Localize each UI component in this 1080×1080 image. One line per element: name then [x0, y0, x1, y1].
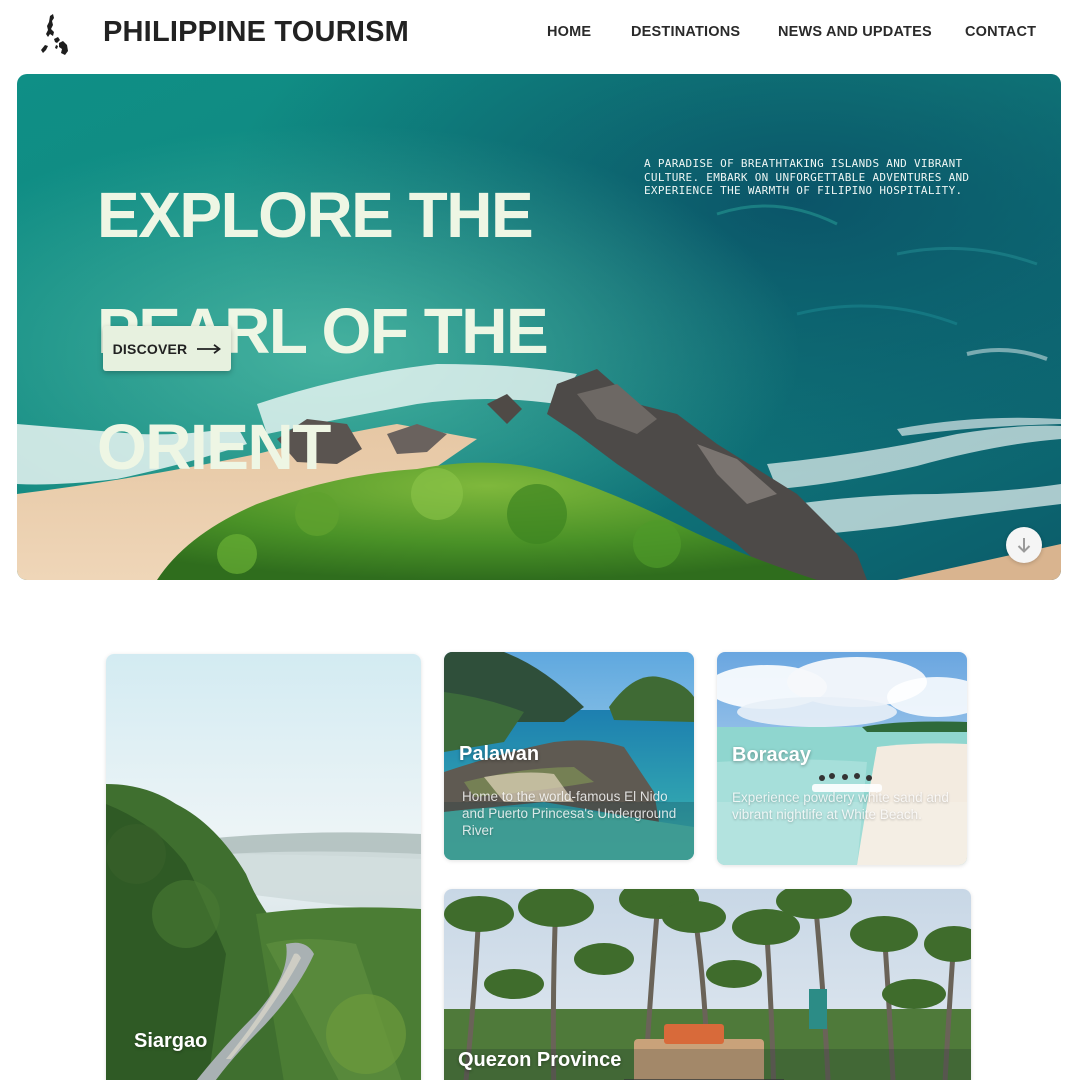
arrow-down-icon	[1017, 538, 1031, 553]
destination-card-siargao[interactable]: Siargao	[106, 654, 421, 1080]
nav-news-and-updates[interactable]: NEWS AND UPDATES	[778, 24, 932, 40]
destination-card-boracay[interactable]: Boracay Experience powdery white sand an…	[717, 652, 967, 865]
main-nav: HOME DESTINATIONS NEWS AND UPDATES CONTA…	[0, 24, 1080, 44]
discover-button[interactable]: DISCOVER	[103, 326, 231, 371]
nav-contact[interactable]: CONTACT	[965, 24, 1036, 40]
site-header: PHILIPPINE TOURISM HOME DESTINATIONS NEW…	[0, 0, 1080, 70]
discover-button-label: DISCOVER	[112, 340, 188, 357]
destination-card-quezon-province[interactable]: Quezon Province	[444, 889, 971, 1080]
nav-home[interactable]: HOME	[547, 24, 591, 40]
destination-description: Home to the world-famous El Nido and Pue…	[462, 789, 677, 838]
destination-card-palawan[interactable]: Palawan Home to the world-famous El Nido…	[444, 652, 694, 860]
destination-name: Boracay	[732, 744, 811, 766]
nav-destinations[interactable]: DESTINATIONS	[631, 24, 740, 40]
hero-description: A PARADISE OF BREATHTAKING ISLANDS AND V…	[644, 157, 970, 197]
destination-name: Palawan	[459, 743, 540, 765]
arrow-right-icon	[197, 343, 222, 354]
scroll-down-button[interactable]	[1006, 527, 1042, 563]
hero-title-line-3: ORIENT	[97, 411, 331, 483]
destination-name: Siargao	[134, 1030, 208, 1052]
hero-banner: EXPLORE THE PEARL OF THE ORIENT A PARADI…	[17, 74, 1061, 580]
hero-title-line-1: EXPLORE THE	[97, 179, 534, 251]
destination-description: Experience powdery white sand and vibran…	[732, 790, 949, 822]
siargao-image	[106, 654, 421, 1080]
destination-name: Quezon Province	[458, 1049, 622, 1071]
